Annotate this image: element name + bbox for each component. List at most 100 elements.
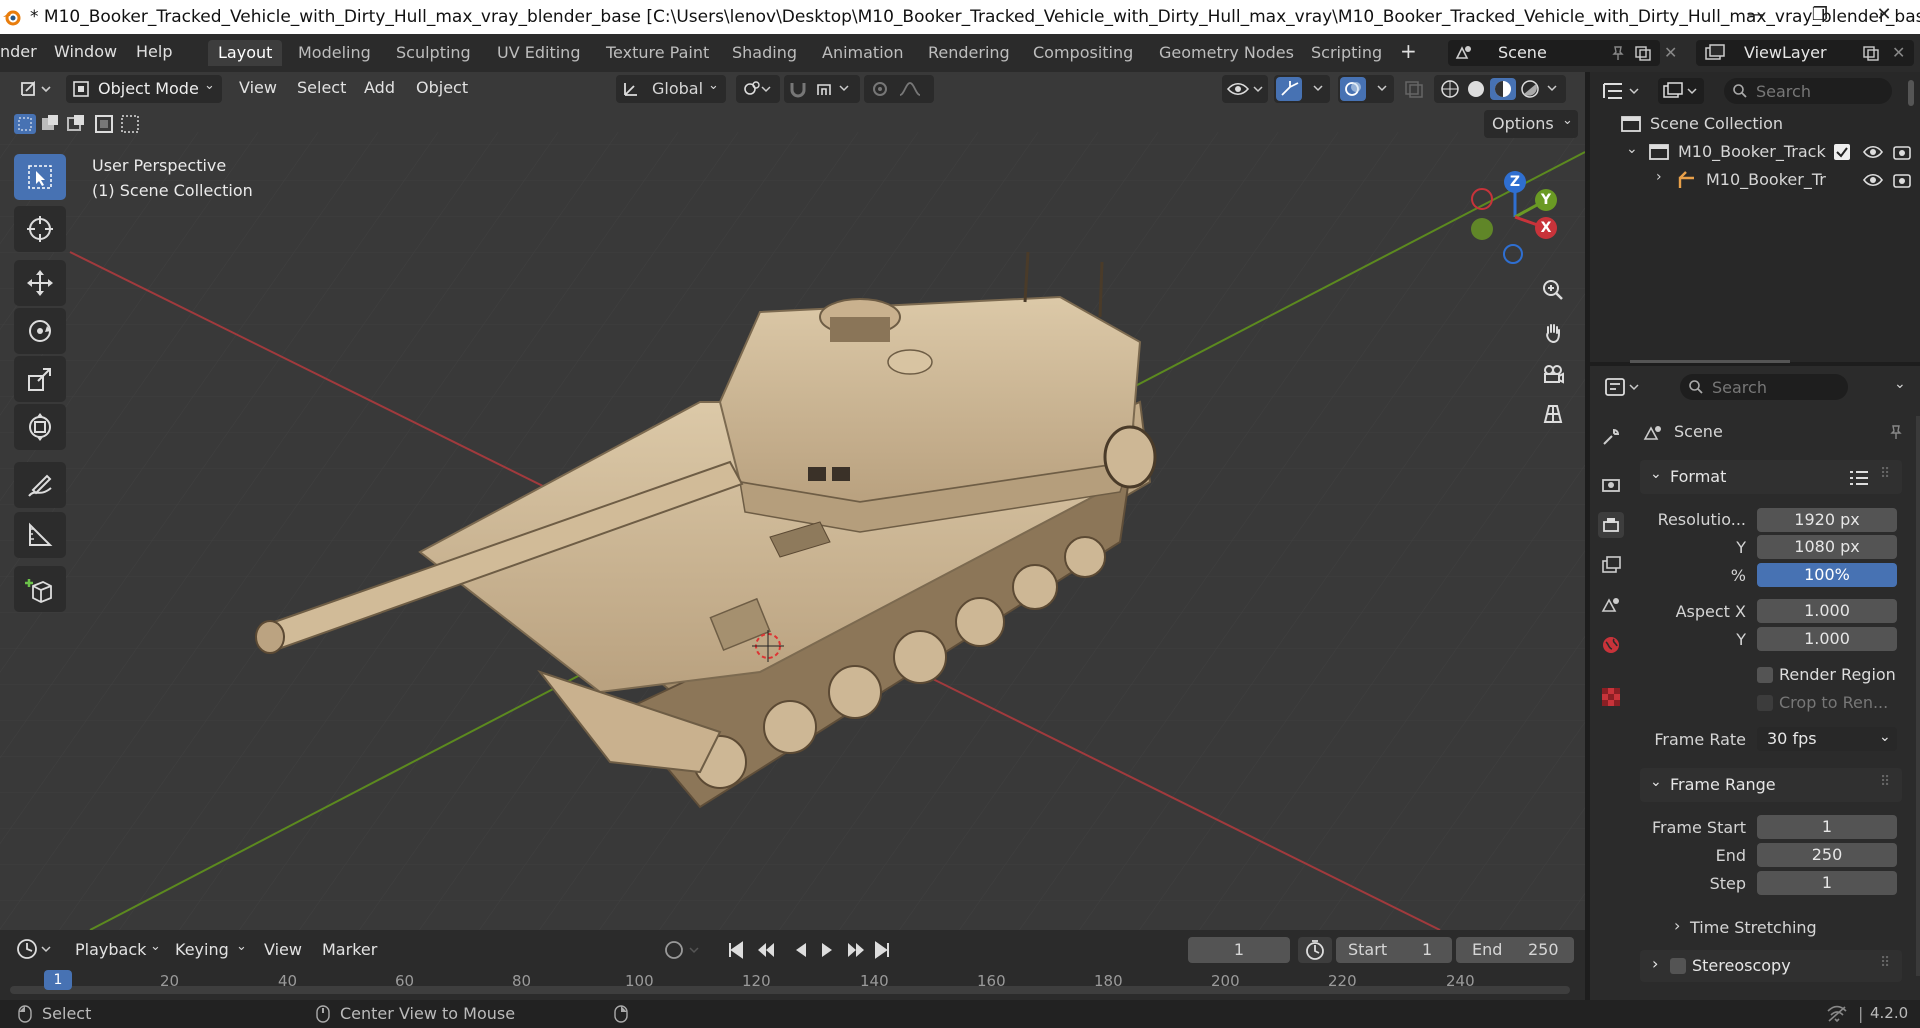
outliner-search-input[interactable]: Search	[1724, 78, 1892, 104]
eye-icon[interactable]	[1862, 144, 1884, 160]
presets-list-icon[interactable]	[1848, 469, 1870, 487]
outliner-row-object[interactable]: › M10_Booker_Tr	[1590, 166, 1920, 194]
playback-controls[interactable]	[726, 937, 894, 963]
tab-view-layer[interactable]	[1598, 552, 1624, 578]
pivot-point-selector[interactable]	[736, 75, 780, 103]
frame-range-panel-header[interactable]: ⌄ Frame Range ⠿	[1640, 768, 1902, 802]
menu-keying[interactable]: Keying	[175, 940, 229, 959]
outliner-row-scene-collection[interactable]: Scene Collection	[1590, 110, 1920, 138]
menu-add[interactable]: Add	[364, 78, 395, 97]
tab-shading[interactable]: Shading	[722, 40, 807, 66]
move-tool[interactable]	[14, 260, 66, 306]
new-scene-icon[interactable]	[1634, 45, 1652, 61]
render-region-checkbox[interactable]	[1757, 667, 1773, 683]
auto-keying-toggle[interactable]	[660, 937, 706, 963]
gizmo-toggle[interactable]	[1274, 75, 1330, 103]
editor-type-button[interactable]	[14, 75, 58, 103]
aspect-x-field[interactable]: 1.000	[1757, 599, 1897, 623]
delete-viewlayer-icon[interactable]: ✕	[1892, 43, 1905, 62]
outliner-editor-type[interactable]	[1600, 78, 1648, 104]
stereoscopy-checkbox[interactable]	[1670, 958, 1686, 974]
crop-checkbox[interactable]	[1757, 695, 1773, 711]
tab-scene[interactable]	[1598, 592, 1624, 618]
navigation-gizmo[interactable]: Z Y X	[1460, 162, 1570, 272]
delete-scene-icon[interactable]: ✕	[1664, 43, 1677, 62]
minimize-button[interactable]: —	[1736, 4, 1776, 30]
resolution-percent-field[interactable]: 100%	[1757, 563, 1897, 587]
select-box-tool[interactable]	[14, 154, 66, 200]
drag-handle-icon[interactable]: ⠿	[1880, 466, 1890, 482]
stereoscopy-panel-header[interactable]: › Stereoscopy ⠿	[1640, 950, 1902, 982]
frame-end-field[interactable]: 250	[1757, 843, 1897, 867]
shading-mode-buttons[interactable]	[1434, 75, 1566, 103]
rotate-tool[interactable]	[14, 308, 66, 354]
restore-button[interactable]: ❐	[1800, 4, 1840, 30]
tab-compositing[interactable]: Compositing	[1023, 40, 1143, 66]
cursor-tool[interactable]	[14, 206, 66, 252]
chevron-down-icon[interactable]: ⌄	[1894, 376, 1906, 392]
tab-geometry-nodes[interactable]: Geometry Nodes	[1149, 40, 1304, 66]
menu-select[interactable]: Select	[297, 78, 346, 97]
gizmo-x-axis[interactable]: X	[1535, 217, 1557, 239]
drag-handle-icon[interactable]: ⠿	[1880, 955, 1890, 971]
resolution-x-field[interactable]: 1920 px	[1757, 508, 1897, 532]
frame-start-field[interactable]: 1	[1757, 815, 1897, 839]
tab-scripting[interactable]: Scripting	[1301, 40, 1392, 66]
properties-search-input[interactable]: Search	[1680, 374, 1848, 400]
3d-viewport[interactable]: User Perspective (1) Scene Collection Z …	[0, 72, 1585, 930]
display-mode-selector[interactable]	[1658, 78, 1704, 104]
menu-view[interactable]: View	[264, 940, 302, 959]
tab-rendering[interactable]: Rendering	[918, 40, 1020, 66]
camera-view-button[interactable]	[1537, 358, 1569, 390]
close-button[interactable]: ✕	[1864, 4, 1904, 30]
expand-arrow-icon[interactable]: ⌄	[1626, 141, 1638, 157]
playhead[interactable]: 1	[44, 970, 72, 990]
menu-object[interactable]: Object	[416, 78, 468, 97]
outliner-row-collection[interactable]: ⌄ M10_Booker_Track	[1590, 138, 1920, 166]
properties-editor-type[interactable]	[1602, 374, 1646, 400]
checkbox-icon[interactable]	[1834, 144, 1850, 160]
add-cube-tool[interactable]	[14, 566, 66, 612]
tab-render[interactable]	[1598, 472, 1624, 498]
scale-tool[interactable]	[14, 356, 66, 402]
visibility-selector[interactable]	[1222, 75, 1268, 103]
time-stretching-subpanel[interactable]: › Time Stretching	[1660, 914, 1900, 942]
tab-uv-editing[interactable]: UV Editing	[487, 40, 590, 66]
eye-icon[interactable]	[1862, 172, 1884, 188]
camera-icon[interactable]	[1892, 171, 1912, 189]
tab-animation[interactable]: Animation	[812, 40, 914, 66]
zoom-button[interactable]	[1537, 274, 1569, 306]
transform-orientation-selector[interactable]: Global ⌄	[616, 75, 726, 103]
menu-help[interactable]: Help	[136, 42, 172, 61]
proportional-editing[interactable]	[864, 75, 934, 103]
selection-mode-buttons[interactable]	[12, 112, 144, 136]
tab-world[interactable]	[1598, 632, 1624, 658]
menu-window[interactable]: Window	[54, 42, 117, 61]
tank-model[interactable]	[0, 72, 1585, 930]
tab-tool[interactable]	[1598, 424, 1624, 450]
mode-selector[interactable]: Object Mode ⌄	[66, 75, 222, 103]
tab-texture-paint[interactable]: Texture Paint	[596, 40, 719, 66]
outliner-scrollbar[interactable]	[1630, 360, 1790, 363]
menu-render[interactable]: nder	[0, 42, 37, 61]
tab-layout[interactable]: Layout	[208, 40, 283, 66]
ortho-toggle-button[interactable]	[1537, 398, 1569, 430]
aspect-y-field[interactable]: 1.000	[1757, 627, 1897, 651]
snapping-controls[interactable]	[784, 75, 860, 103]
gizmo-y-axis[interactable]: Y	[1535, 189, 1557, 211]
tab-sculpting[interactable]: Sculpting	[386, 40, 481, 66]
tab-output[interactable]	[1598, 512, 1624, 538]
end-frame-field[interactable]: End 250	[1456, 937, 1574, 963]
tab-modeling[interactable]: Modeling	[288, 40, 381, 66]
use-preview-range-toggle[interactable]	[1298, 937, 1332, 963]
gizmo-z-axis[interactable]: Z	[1504, 171, 1526, 193]
timeline-editor-type[interactable]	[14, 936, 58, 962]
xray-toggle[interactable]	[1400, 75, 1430, 103]
camera-icon[interactable]	[1892, 143, 1912, 161]
pin-icon[interactable]	[1888, 424, 1904, 440]
frame-rate-dropdown[interactable]: 30 fps ⌄	[1757, 727, 1897, 751]
current-frame-field[interactable]: 1	[1188, 937, 1290, 963]
annotate-tool[interactable]	[14, 462, 66, 508]
expand-arrow-icon[interactable]: ›	[1656, 169, 1662, 185]
drag-handle-icon[interactable]: ⠿	[1880, 774, 1890, 790]
